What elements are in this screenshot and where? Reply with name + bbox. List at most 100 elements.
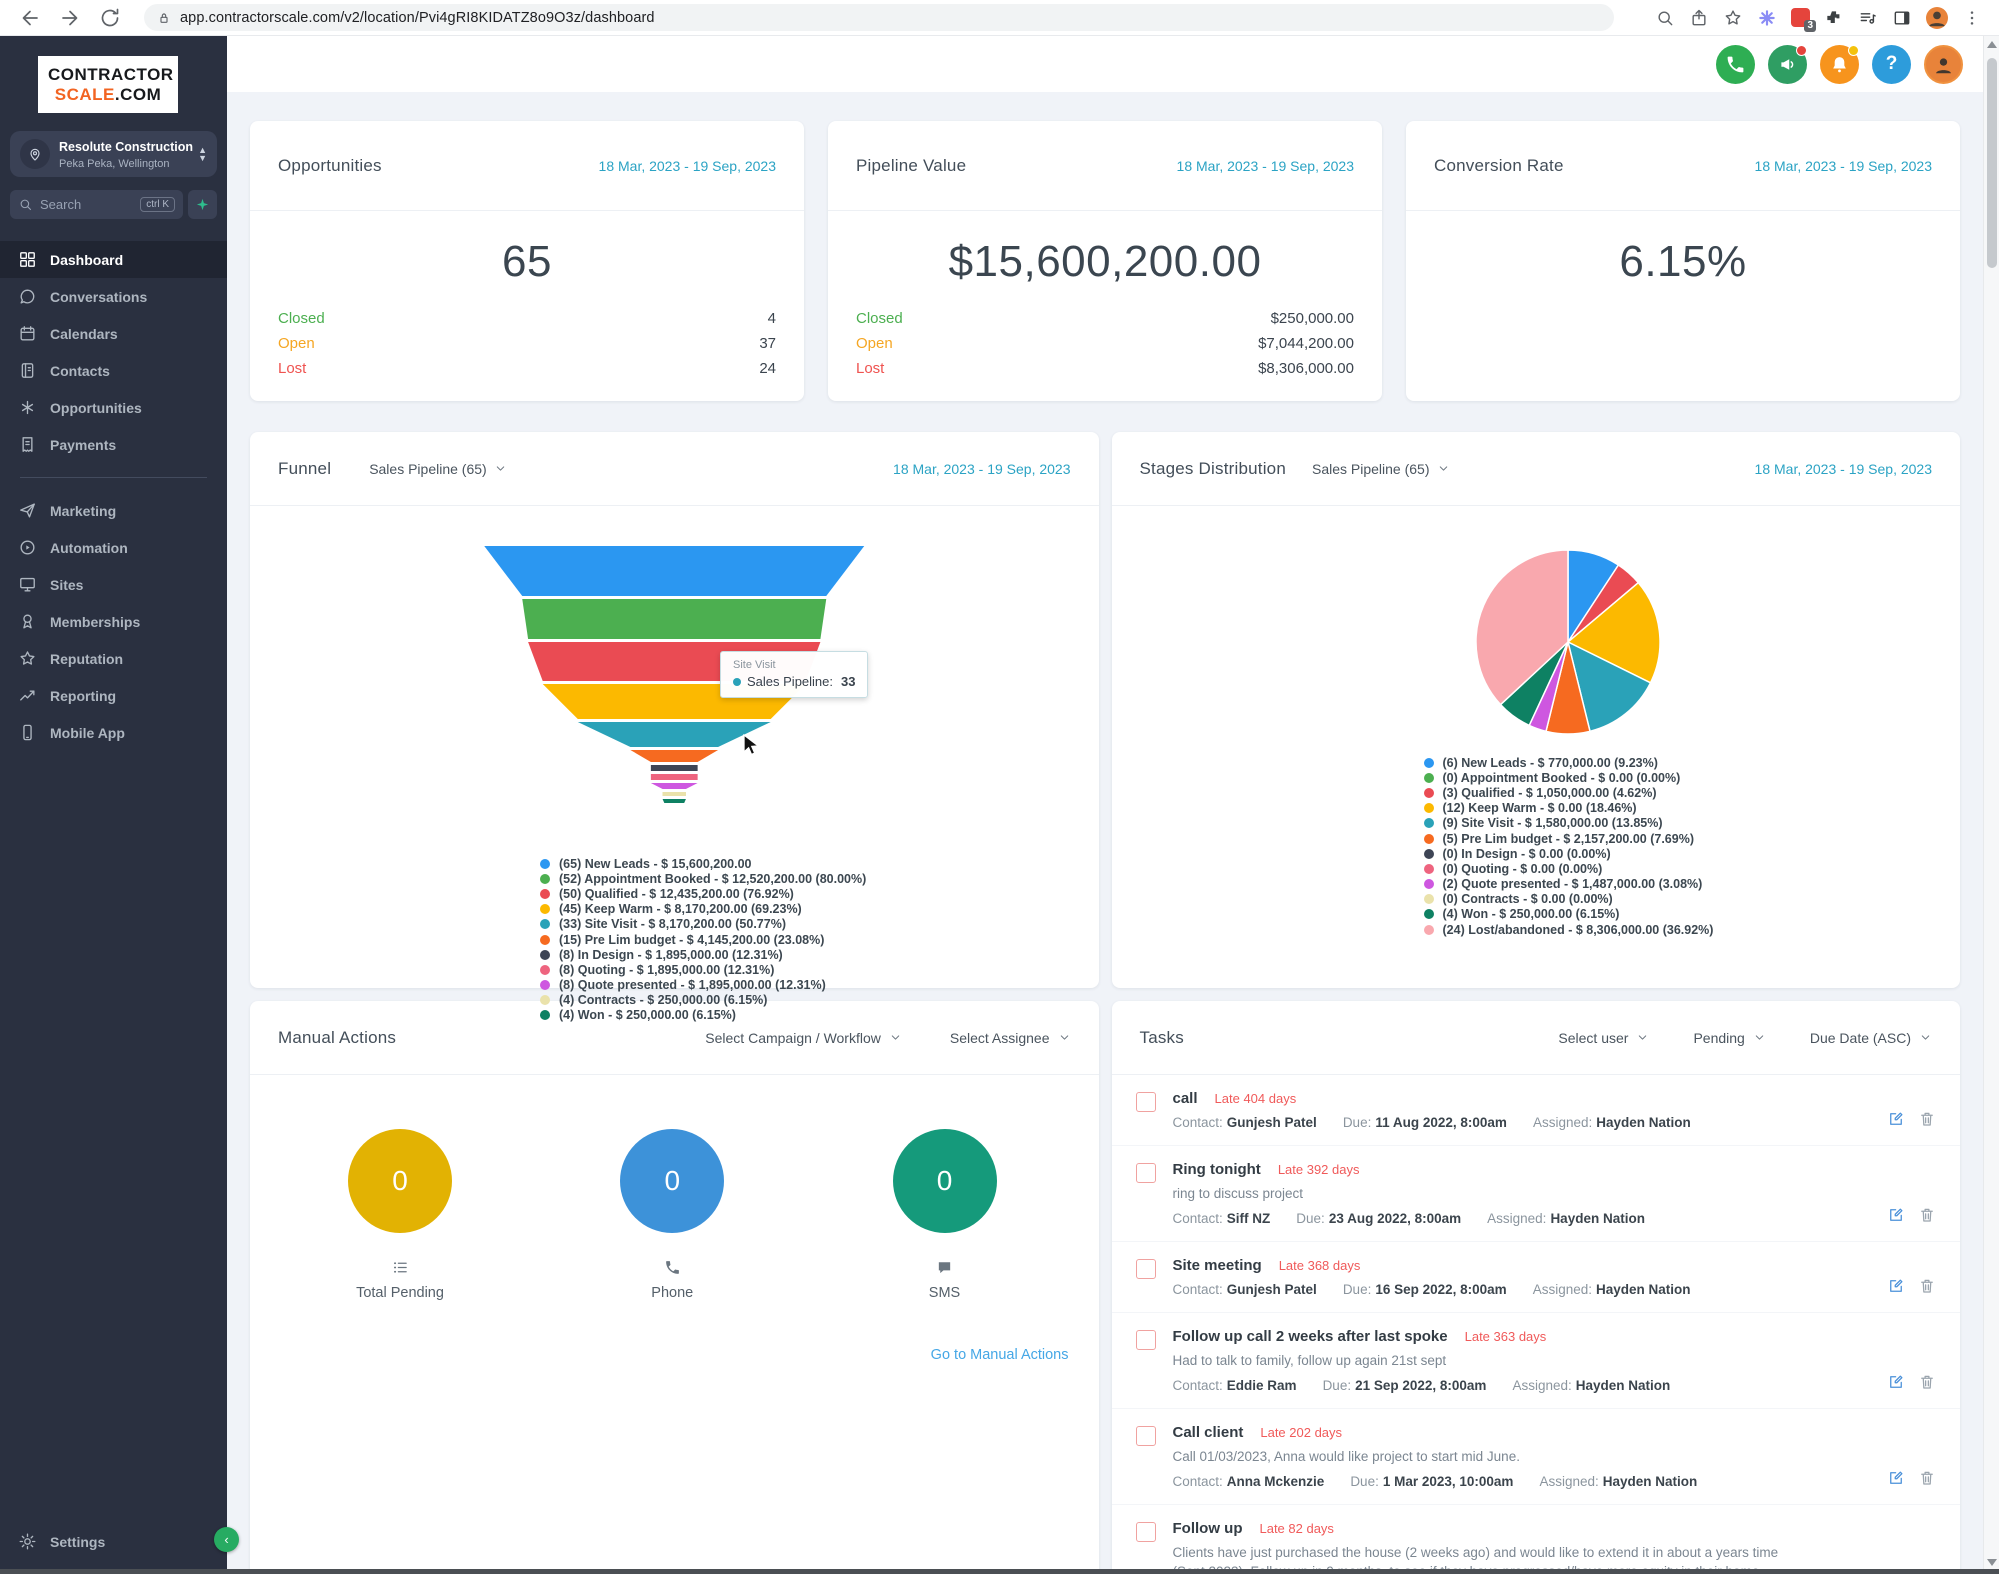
funnel-segment-new-leads[interactable] xyxy=(374,546,974,596)
task-checkbox[interactable] xyxy=(1136,1522,1156,1542)
manual-action-count[interactable]: 0 xyxy=(620,1129,724,1233)
scroll-up-arrow[interactable] xyxy=(1987,41,1997,48)
task-checkbox[interactable] xyxy=(1136,1163,1156,1183)
user-avatar[interactable] xyxy=(1924,45,1963,84)
stat-value: 65 xyxy=(250,237,804,287)
sidebar-item-opportunities[interactable]: Opportunities xyxy=(0,389,227,426)
pie-legend: (6) New Leads - $ 770,000.00 (9.23%)(0) … xyxy=(1424,755,1714,937)
sidebar-item-payments[interactable]: Payments xyxy=(0,426,227,463)
funnel-segment-contracts[interactable] xyxy=(374,792,974,796)
sidebar-item-calendars[interactable]: Calendars xyxy=(0,315,227,352)
task-row[interactable]: Ring tonightLate 392 daysring to discuss… xyxy=(1112,1146,1961,1242)
stat-date-range[interactable]: 18 Mar, 2023 - 19 Sep, 2023 xyxy=(599,158,776,174)
delete-task-icon[interactable] xyxy=(1918,1469,1936,1487)
phone-header-icon[interactable] xyxy=(1716,45,1755,84)
assignee-filter[interactable]: Select Assignee xyxy=(950,1030,1071,1046)
funnel-segment-keep-warm[interactable] xyxy=(374,684,974,719)
task-checkbox[interactable] xyxy=(1136,1426,1156,1446)
delete-task-icon[interactable] xyxy=(1918,1110,1936,1128)
delete-task-icon[interactable] xyxy=(1918,1277,1936,1295)
task-row[interactable]: Call clientLate 202 daysCall 01/03/2023,… xyxy=(1112,1409,1961,1505)
zoom-icon[interactable] xyxy=(1655,8,1675,28)
extensions-puzzle-icon[interactable] xyxy=(1824,8,1844,28)
manual-actions-title: Manual Actions xyxy=(278,1028,396,1048)
go-to-manual-actions-link[interactable]: Go to Manual Actions xyxy=(250,1301,1099,1363)
funnel-segment-in-design[interactable] xyxy=(374,765,974,771)
sidebar-search[interactable]: ctrl K xyxy=(10,190,183,219)
task-checkbox[interactable] xyxy=(1136,1330,1156,1350)
funnel-segment-appointment-booked[interactable] xyxy=(374,599,974,639)
sidebar-item-sites[interactable]: Sites xyxy=(0,566,227,603)
stat-breakdown: Closed4Open37Lost24 xyxy=(250,306,804,401)
edit-task-icon[interactable] xyxy=(1887,1206,1905,1224)
campaign-workflow-filter[interactable]: Select Campaign / Workflow xyxy=(705,1030,902,1046)
tasks-sort-filter[interactable]: Due Date (ASC) xyxy=(1810,1030,1932,1046)
forward-icon[interactable] xyxy=(58,6,82,30)
task-checkbox[interactable] xyxy=(1136,1259,1156,1279)
share-icon[interactable] xyxy=(1689,8,1709,28)
stat-date-range[interactable]: 18 Mar, 2023 - 19 Sep, 2023 xyxy=(1177,158,1354,174)
edit-task-icon[interactable] xyxy=(1887,1277,1905,1295)
extension-red-icon[interactable]: 3 xyxy=(1791,8,1810,27)
browser-profile-avatar[interactable] xyxy=(1926,7,1948,29)
manual-action-total-pending: 0Total Pending xyxy=(310,1129,490,1301)
legend-swatch xyxy=(1424,773,1434,783)
task-row[interactable]: Follow upLate 82 daysClients have just p… xyxy=(1112,1505,1961,1574)
url-bar[interactable]: app.contractorscale.com/v2/location/Pvi4… xyxy=(144,4,1614,31)
manual-action-count[interactable]: 0 xyxy=(348,1129,452,1233)
side-panel-icon[interactable] xyxy=(1892,8,1912,28)
sidebar-item-automation[interactable]: Automation xyxy=(0,529,227,566)
delete-task-icon[interactable] xyxy=(1918,1373,1936,1391)
back-icon[interactable] xyxy=(18,6,42,30)
sidebar-item-contacts[interactable]: Contacts xyxy=(0,352,227,389)
funnel-segment-pre-lim-budget[interactable] xyxy=(374,750,974,762)
help-icon[interactable]: ? xyxy=(1872,45,1911,84)
funnel-segment-won[interactable] xyxy=(374,799,974,803)
search-input[interactable] xyxy=(40,197,110,212)
edit-task-icon[interactable] xyxy=(1887,1469,1905,1487)
quick-actions-button[interactable] xyxy=(188,190,217,219)
task-checkbox[interactable] xyxy=(1136,1092,1156,1112)
sidebar-item-reporting[interactable]: Reporting xyxy=(0,677,227,714)
url-text[interactable]: app.contractorscale.com/v2/location/Pvi4… xyxy=(180,10,655,26)
notifications-bell-icon[interactable] xyxy=(1820,45,1859,84)
edit-task-icon[interactable] xyxy=(1887,1373,1905,1391)
sidebar-item-settings[interactable]: Settings xyxy=(0,1523,227,1560)
sidebar-item-dashboard[interactable]: Dashboard xyxy=(0,241,227,278)
funnel-segment-site-visit[interactable] xyxy=(374,722,974,747)
sidebar-item-marketing[interactable]: Marketing xyxy=(0,492,227,529)
task-row[interactable]: Site meetingLate 368 daysContact:Gunjesh… xyxy=(1112,1242,1961,1313)
stages-date-range[interactable]: 18 Mar, 2023 - 19 Sep, 2023 xyxy=(1755,461,1932,477)
task-row[interactable]: Follow up call 2 weeks after last spokeL… xyxy=(1112,1313,1961,1409)
location-selector[interactable]: Resolute Construction Peka Peka, Welling… xyxy=(10,131,217,177)
sidebar-item-reputation[interactable]: Reputation xyxy=(0,640,227,677)
funnel-segment-qualified[interactable] xyxy=(374,642,974,681)
task-row[interactable]: callLate 404 daysContact:Gunjesh PatelDu… xyxy=(1112,1075,1961,1146)
delete-task-icon[interactable] xyxy=(1918,1206,1936,1224)
playlist-icon[interactable] xyxy=(1858,8,1878,28)
tasks-status-filter[interactable]: Pending xyxy=(1693,1030,1765,1046)
sidebar-collapse-button[interactable]: ‹ xyxy=(214,1527,239,1552)
edit-task-icon[interactable] xyxy=(1887,1110,1905,1128)
reload-icon[interactable] xyxy=(98,6,122,30)
funnel-pipeline-selector[interactable]: Sales Pipeline (65) xyxy=(369,461,507,477)
extension-flower-icon[interactable] xyxy=(1757,8,1777,28)
scrollbar-thumb[interactable] xyxy=(1987,58,1997,268)
announcements-megaphone-icon[interactable] xyxy=(1768,45,1807,84)
scroll-down-arrow[interactable] xyxy=(1987,1559,1997,1566)
manual-action-count[interactable]: 0 xyxy=(893,1129,997,1233)
page-scrollbar[interactable] xyxy=(1983,36,1999,1574)
task-late-badge: Late 404 days xyxy=(1215,1091,1297,1106)
bookmark-star-icon[interactable] xyxy=(1723,8,1743,28)
funnel-date-range[interactable]: 18 Mar, 2023 - 19 Sep, 2023 xyxy=(893,461,1070,477)
tasks-user-filter[interactable]: Select user xyxy=(1558,1030,1649,1046)
sidebar-item-conversations[interactable]: Conversations xyxy=(0,278,227,315)
sidebar-item-mobile-app[interactable]: Mobile App xyxy=(0,714,227,751)
stat-date-range[interactable]: 18 Mar, 2023 - 19 Sep, 2023 xyxy=(1755,158,1932,174)
funnel-segment-quote-presented[interactable] xyxy=(374,783,974,789)
funnel-segment-quoting[interactable] xyxy=(374,774,974,780)
browser-menu-kebab-icon[interactable] xyxy=(1962,8,1982,28)
stages-pipeline-selector[interactable]: Sales Pipeline (65) xyxy=(1312,461,1450,477)
sidebar-item-memberships[interactable]: Memberships xyxy=(0,603,227,640)
sidebar-item-label: Contacts xyxy=(50,363,110,379)
